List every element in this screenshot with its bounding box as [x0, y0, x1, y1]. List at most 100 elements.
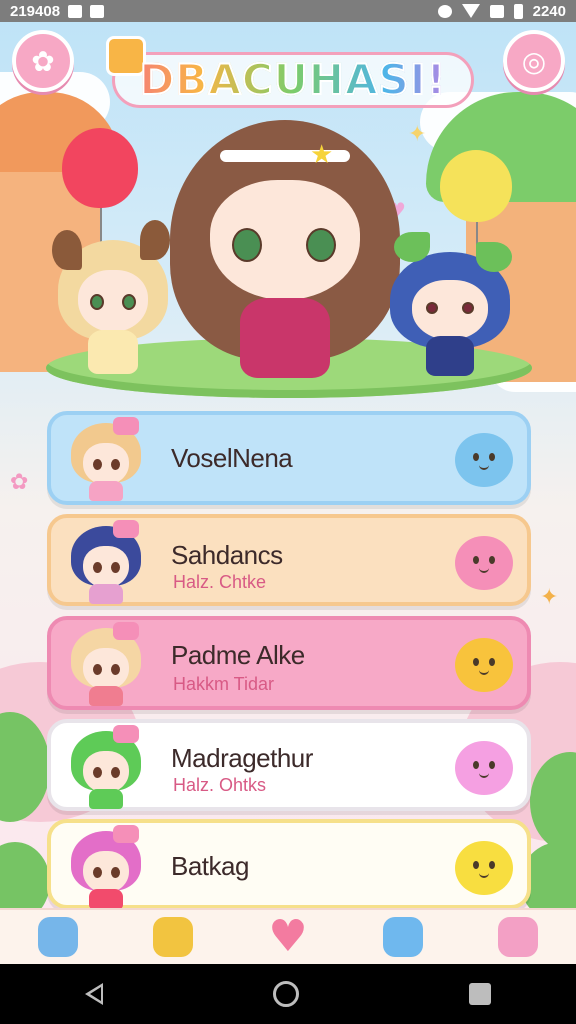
bottom-tab-bar: ♥ — [0, 908, 576, 964]
home-icon[interactable] — [273, 981, 299, 1007]
character-eye — [122, 294, 136, 310]
avatar-body — [89, 789, 123, 809]
list-item-name: Sahdancs — [171, 540, 283, 570]
sparkle-icon: ✿ — [10, 470, 29, 495]
list-item[interactable]: Padme Alke Hakkm Tidar — [47, 616, 531, 710]
star-hairclip-icon: ★ — [310, 140, 334, 170]
hourglass-icon — [68, 4, 83, 18]
swirl-button[interactable]: ◎ — [503, 30, 565, 92]
tab-lantern[interactable] — [147, 913, 199, 961]
tab-heart[interactable]: ♥ — [262, 913, 314, 961]
list-item-name: Madragethur — [171, 743, 313, 773]
character-face — [412, 280, 488, 340]
list-item-pet-icon — [455, 638, 513, 692]
swirl-icon: ◎ — [521, 44, 547, 78]
character-face — [78, 270, 148, 332]
character-body — [426, 336, 474, 376]
list-item[interactable]: Madragethur Halz. Ohtks — [47, 719, 531, 811]
character-eye — [90, 294, 104, 310]
lantern-icon — [152, 917, 193, 957]
list-item[interactable]: VoselNena — [47, 411, 531, 505]
wifi-icon — [461, 4, 480, 18]
blue-blob-icon — [383, 917, 424, 957]
bow-icon — [113, 825, 139, 843]
game-title: DBACUHASI! — [108, 48, 478, 110]
bush — [0, 842, 50, 908]
status-time-left: 219408 — [10, 2, 61, 20]
avatar-eye — [93, 664, 102, 675]
list-item-pet-icon — [455, 433, 513, 487]
fox-ear — [52, 230, 82, 270]
bow-icon — [113, 622, 139, 640]
camera-icon — [90, 4, 105, 18]
bow-icon — [113, 417, 139, 435]
character-body — [88, 330, 138, 374]
robot-icon — [37, 917, 78, 957]
avatar — [63, 725, 149, 809]
list-item-name: VoselNena — [171, 443, 293, 473]
avatar — [63, 520, 149, 604]
back-icon[interactable] — [85, 983, 103, 1005]
list-item-pet-icon — [455, 536, 513, 590]
avatar-face — [83, 546, 129, 588]
paw-button[interactable]: ✿ — [12, 30, 74, 92]
avatar-face — [83, 648, 129, 690]
avatar-eye — [111, 664, 120, 675]
avatar-body — [89, 481, 123, 501]
avatar-eye — [93, 562, 102, 573]
list-item-name: Padme Alke — [171, 640, 305, 670]
sparkle-icon: ✦ — [540, 585, 559, 610]
recents-icon[interactable] — [469, 983, 491, 1005]
leaf-icon — [394, 232, 430, 262]
sparkle-icon: ✦ — [408, 122, 427, 147]
avatar-face — [83, 751, 129, 793]
character-left[interactable] — [52, 220, 170, 380]
tab-robot[interactable] — [32, 913, 84, 961]
list-item[interactable]: Sahdancs Halz. Chtke — [47, 514, 531, 606]
status-bar: 219408 2240 — [0, 0, 576, 22]
system-nav-bar — [0, 964, 576, 1024]
avatar-eye — [93, 767, 102, 778]
character-eye — [462, 302, 474, 314]
avatar — [63, 825, 149, 909]
avatar-body — [89, 686, 123, 706]
character-right[interactable] — [390, 232, 512, 382]
avatar-body — [89, 889, 123, 909]
pink-bunny-icon — [498, 917, 539, 957]
avatar-eye — [93, 867, 102, 878]
fox-ear — [140, 220, 170, 260]
character-dress — [240, 298, 330, 378]
avatar-eye — [111, 767, 120, 778]
avatar-body — [89, 584, 123, 604]
yellow-balloon — [440, 150, 512, 292]
list-item-subtitle: Hakkm Tidar — [173, 674, 275, 694]
heart-icon: ♥ — [268, 911, 308, 962]
battery-icon — [513, 3, 523, 19]
character-center[interactable]: ★ — [170, 110, 400, 390]
list-item-name: Batkag — [171, 851, 249, 881]
avatar-eye — [93, 459, 102, 470]
avatar-eye — [111, 867, 120, 878]
list-item-subtitle: Halz. Ohtks — [173, 775, 267, 795]
signal-icon — [489, 4, 504, 18]
character-eye — [426, 302, 438, 314]
character-eye — [306, 228, 336, 262]
bow-icon — [113, 520, 139, 538]
alarm-icon — [437, 4, 452, 18]
avatar-face — [83, 851, 129, 893]
tab-bunny[interactable] — [492, 913, 544, 961]
bow-icon — [113, 725, 139, 743]
avatar — [63, 417, 149, 501]
character-eye — [232, 228, 262, 262]
avatar-eye — [111, 562, 120, 573]
list-item-pet-icon — [455, 841, 513, 895]
tab-blob[interactable] — [377, 913, 429, 961]
leaf-icon — [476, 242, 512, 272]
list-item[interactable]: Batkag — [47, 819, 531, 909]
avatar-face — [83, 443, 129, 485]
list-item-pet-icon — [455, 741, 513, 795]
avatar — [63, 622, 149, 706]
status-time-right: 2240 — [532, 2, 566, 20]
avatar-eye — [111, 459, 120, 470]
red-balloon — [62, 128, 138, 278]
